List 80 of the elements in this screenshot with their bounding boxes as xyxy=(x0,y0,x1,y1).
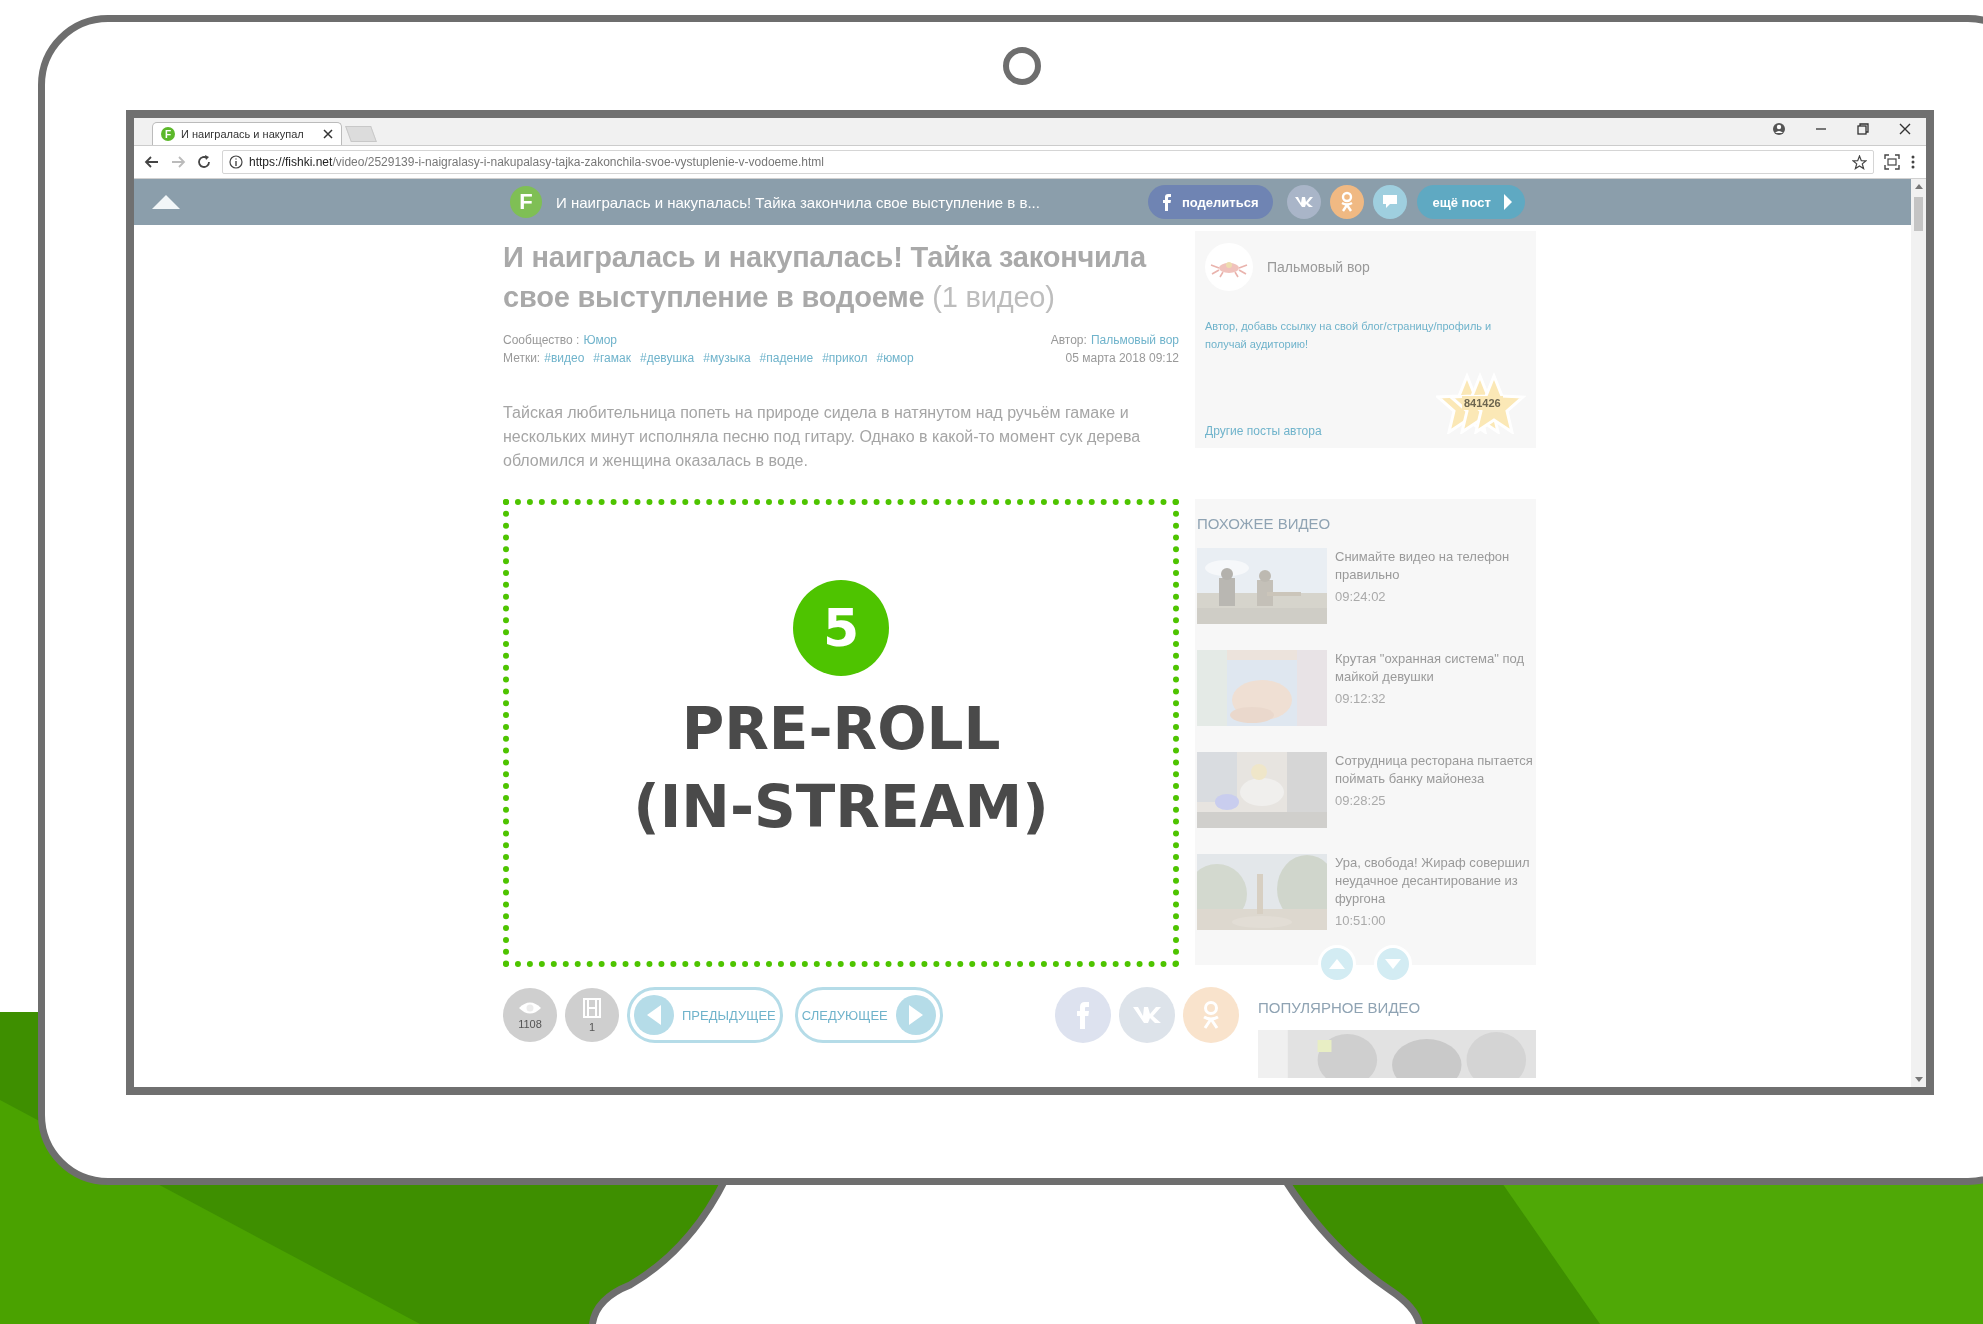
tags-label: Метки: xyxy=(503,351,541,365)
tag-link[interactable]: #прикол xyxy=(822,351,868,365)
header-title: И наигралась и накупалась! Тайка закончила свое выступление в в... xyxy=(556,193,1041,211)
tag-link[interactable]: #видео xyxy=(544,351,585,365)
back-icon[interactable] xyxy=(144,154,160,170)
share-button[interactable]: поделиться xyxy=(1148,185,1273,219)
section-heading: ПОПУЛЯРНОЕ ВИДЕО xyxy=(1258,999,1422,1016)
author-prompt-link[interactable]: Автор, добавь ссылку на свой блог/страницу/профиль и получай аудиторию! xyxy=(1205,317,1526,353)
restore-icon[interactable] xyxy=(1856,121,1870,136)
address-bar[interactable]: https://fishki.net/video/2529139-i-naigralasy-i-nakupalasy-tajka-zakonchila-svoe-vystuplenie-v-vodoeme.html xyxy=(222,150,1874,174)
down-arrow-icon xyxy=(1384,958,1402,970)
tag-link[interactable]: #юмор xyxy=(876,351,914,365)
tab-title: И наигралась и накупал xyxy=(181,128,305,140)
comment-icon xyxy=(1380,193,1399,211)
next-button[interactable]: СЛЕДУЮЩЕЕ xyxy=(794,987,943,1043)
video-time: 10:51:00 xyxy=(1335,912,1387,930)
scrollbar[interactable] xyxy=(1911,179,1926,1087)
close-icon[interactable] xyxy=(1898,121,1912,136)
community-label: Сообщество : xyxy=(503,333,580,347)
site-logo[interactable]: F xyxy=(510,186,542,218)
scroll-up-arrow-icon[interactable] xyxy=(1914,183,1923,189)
author-name[interactable]: Пальмовый вор xyxy=(1267,259,1370,275)
videos-counter: 1 xyxy=(565,988,619,1042)
vk-button[interactable] xyxy=(1286,185,1321,219)
right-arrow-icon xyxy=(907,1004,924,1026)
forward-icon[interactable] xyxy=(170,154,186,170)
favicon-icon: F xyxy=(161,127,175,141)
ok-icon xyxy=(1339,191,1354,213)
cast-icon[interactable] xyxy=(1884,154,1900,170)
bookmark-star-icon[interactable] xyxy=(1852,154,1867,170)
section-heading: ПОХОЖЕЕ ВИДЕО xyxy=(1197,515,1332,532)
author-label: Автор: xyxy=(1050,333,1087,347)
video-title-link[interactable]: Сотрудница ресторана пытается поймать банку майонеза xyxy=(1335,752,1536,788)
info-icon xyxy=(229,155,243,169)
community-link[interactable]: Юмор xyxy=(583,333,617,347)
left-arrow-icon xyxy=(646,1004,662,1026)
tag-link[interactable]: #падение xyxy=(759,351,814,365)
video-title-link[interactable]: Снимайте видео на телефон правильно xyxy=(1335,548,1536,584)
tag-link[interactable]: #музыка xyxy=(703,351,751,365)
up-arrow-icon xyxy=(1328,958,1346,970)
tag-link[interactable]: #гамак xyxy=(593,351,631,365)
scroll-down-arrow-icon[interactable] xyxy=(1914,1077,1923,1083)
new-tab-button[interactable] xyxy=(345,126,377,142)
vk-icon xyxy=(1293,196,1314,208)
close-icon[interactable] xyxy=(323,129,333,139)
vk-icon xyxy=(1132,1006,1162,1024)
ok-icon xyxy=(1201,1000,1221,1030)
video-time: 09:28:25 xyxy=(1335,792,1387,810)
browser-tab[interactable]: F И наигралась и накупал xyxy=(152,122,342,145)
ad-format-label: PRE-ROLL xyxy=(681,694,1001,765)
facebook-icon xyxy=(1076,1001,1090,1029)
reload-icon[interactable] xyxy=(196,154,212,170)
tag-link[interactable]: #девушка xyxy=(639,351,695,365)
ok-button[interactable] xyxy=(1329,185,1364,219)
article-title: И наигралась и накупалась! Тайка закончила свое выступление в водоеме (1 видео) xyxy=(503,240,1148,315)
more-post-button[interactable]: ещё пост xyxy=(1416,185,1525,219)
comments-button[interactable] xyxy=(1372,185,1407,219)
video-time: 09:24:02 xyxy=(1335,588,1387,606)
scrollbar-thumb[interactable] xyxy=(1914,197,1923,231)
post-date: 05 марта 2018 09:12 xyxy=(1065,351,1179,365)
film-icon xyxy=(583,997,601,1018)
eye-icon xyxy=(518,1000,542,1015)
views-counter: 1108 xyxy=(503,988,557,1042)
account-icon[interactable] xyxy=(1772,121,1786,136)
facebook-icon xyxy=(1162,193,1172,211)
author-link[interactable]: Пальмовый вор xyxy=(1090,333,1179,347)
scroll-up-icon[interactable] xyxy=(151,194,181,210)
ad-number-badge: 5 xyxy=(793,580,889,676)
previous-button[interactable]: ПРЕДЫДУЩЕЕ xyxy=(627,987,783,1043)
other-posts-link[interactable]: Другие посты автора xyxy=(1205,424,1322,438)
rating-count: 841426 xyxy=(1462,396,1503,410)
video-title-link[interactable]: Крутая "охранная система" под майкой девушки xyxy=(1335,650,1536,686)
article-description: Тайская любительница попеть на природе сидела в натянутом над ручьём гамаке и нескольких минут исполняла песню под гитару. Однако в какой-то момент сук дерева обломился и женщина оказалась в воде. xyxy=(503,403,1142,471)
menu-icon[interactable] xyxy=(1910,154,1916,170)
video-time: 09:12:32 xyxy=(1335,690,1387,708)
ad-format-label: (IN-STREAM) xyxy=(633,772,1049,843)
video-title-link[interactable]: Ура, свобода! Жираф совершил неудачное десантирование из фургона xyxy=(1335,854,1536,908)
crab-avatar-icon xyxy=(1205,243,1253,291)
url-text: https://fishki.net/video/2529139-i-naigralasy-i-nakupalasy-tajka-zakonchila-svoe-vystuplenie-v-vodoeme.html xyxy=(249,155,824,169)
play-arrow-icon xyxy=(1502,193,1513,211)
